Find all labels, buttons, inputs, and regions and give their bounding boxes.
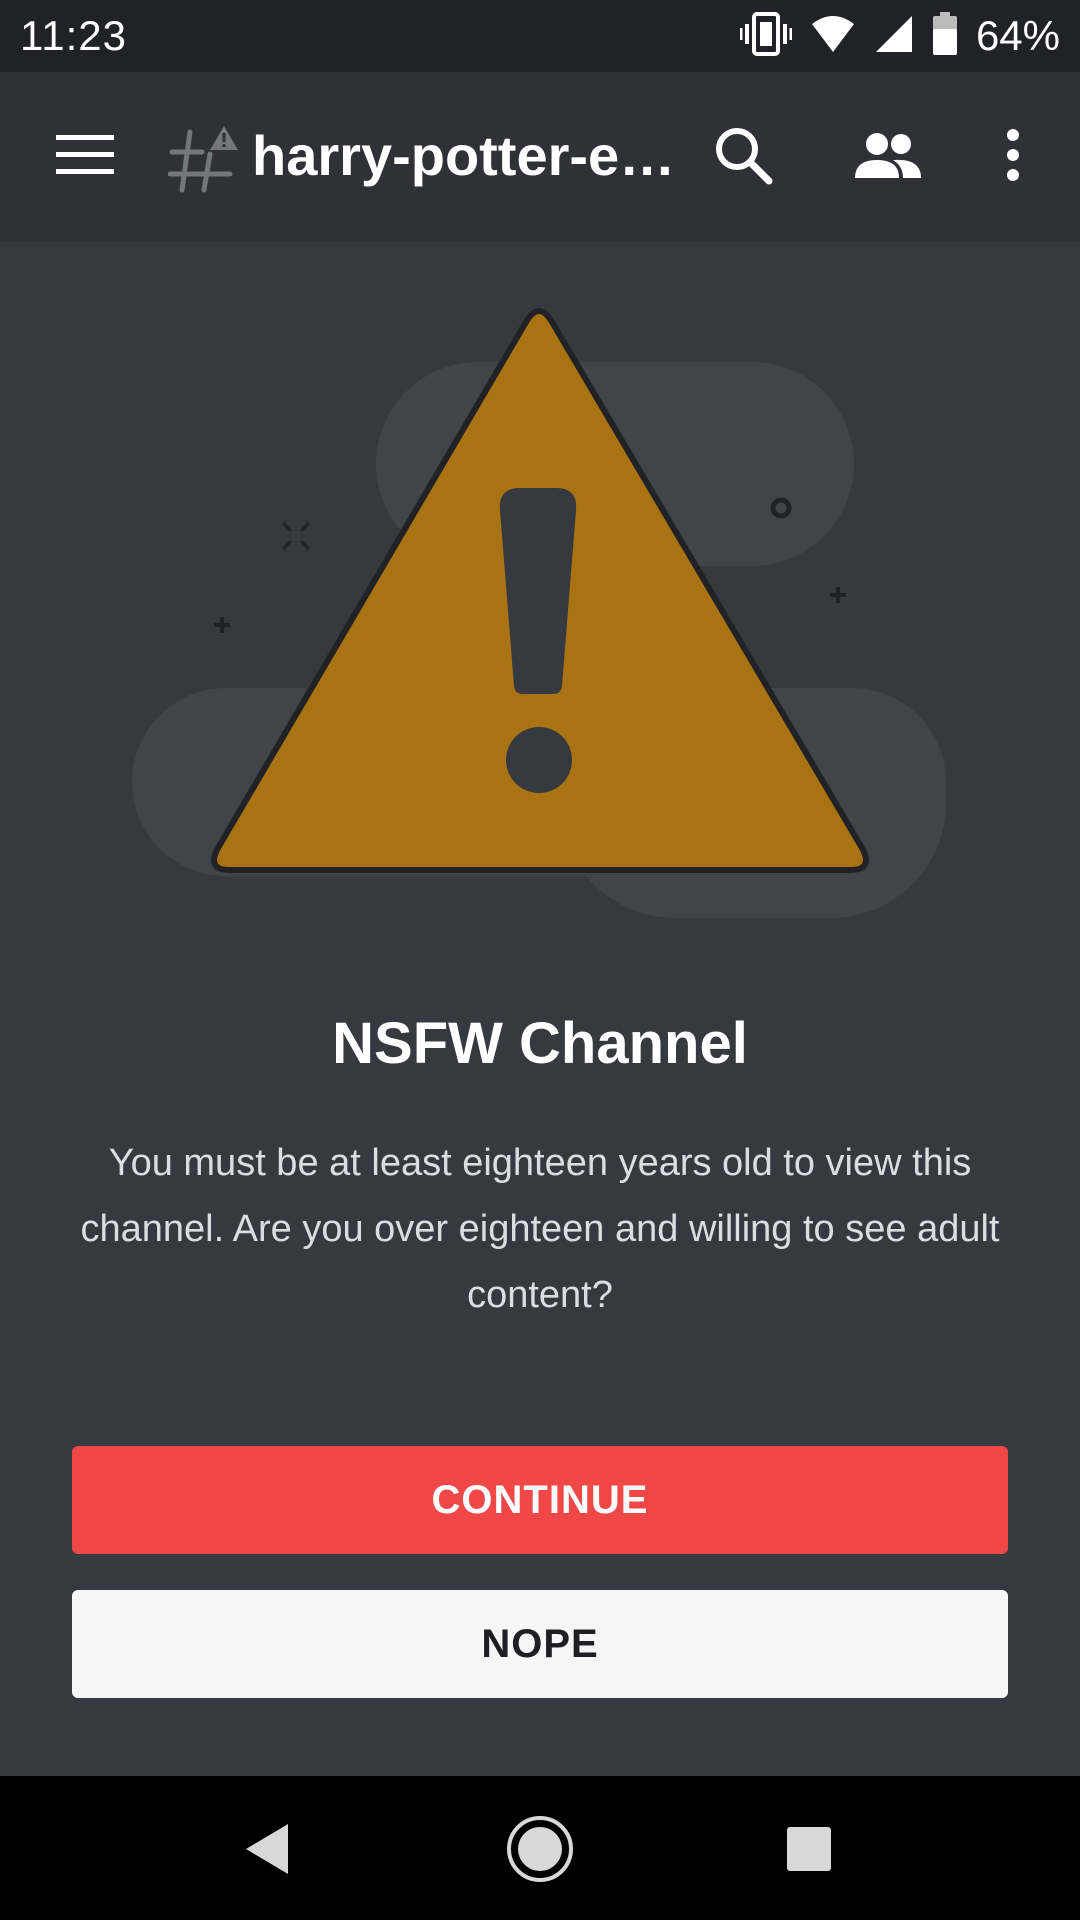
home-button[interactable] bbox=[495, 1806, 585, 1896]
vibrate-icon bbox=[739, 11, 793, 61]
recents-icon bbox=[785, 1825, 833, 1878]
recents-button[interactable] bbox=[764, 1806, 854, 1896]
status-icons: 64% bbox=[739, 11, 1060, 61]
search-icon bbox=[713, 125, 773, 190]
battery-percent: 64% bbox=[975, 12, 1060, 59]
navigation-bar bbox=[0, 1776, 1080, 1920]
continue-button[interactable]: CONTINUE bbox=[72, 1446, 1008, 1554]
more-options-button[interactable] bbox=[968, 112, 1058, 202]
nope-button[interactable]: NOPE bbox=[72, 1590, 1008, 1698]
sparkle-x-icon bbox=[282, 522, 310, 550]
app-bar: harry-potter-e… bbox=[0, 72, 1080, 242]
channel-name[interactable]: harry-potter-e… bbox=[252, 120, 672, 192]
members-icon bbox=[853, 130, 923, 185]
wifi-icon bbox=[810, 14, 856, 59]
members-button[interactable] bbox=[843, 112, 933, 202]
nsfw-channel-icon bbox=[167, 124, 240, 196]
nsfw-illustration bbox=[0, 242, 1080, 962]
more-vert-icon bbox=[1005, 128, 1021, 186]
status-time: 11:23 bbox=[20, 12, 127, 59]
battery-icon bbox=[932, 11, 958, 61]
menu-icon bbox=[56, 133, 114, 182]
dialog-message: You must be at least eighteen years old … bbox=[80, 1142, 1000, 1316]
menu-button[interactable] bbox=[40, 112, 130, 202]
status-bar: 11:23 64% bbox=[0, 0, 1080, 72]
signal-icon bbox=[874, 14, 914, 59]
dialog-title: NSFW Channel bbox=[332, 1011, 748, 1076]
back-icon bbox=[242, 1822, 292, 1881]
home-icon bbox=[506, 1815, 574, 1888]
back-button[interactable] bbox=[222, 1806, 312, 1896]
search-button[interactable] bbox=[698, 112, 788, 202]
